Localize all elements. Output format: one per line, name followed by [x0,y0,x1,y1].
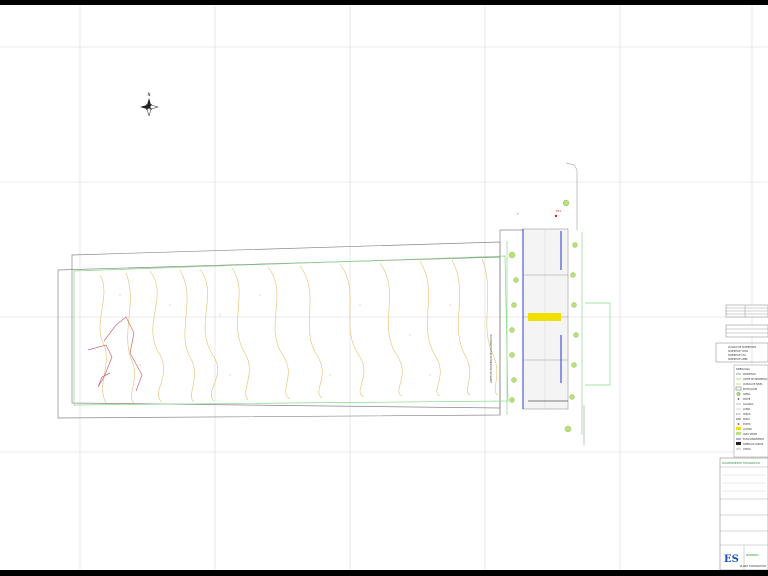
legend-item: ACERA [743,408,751,411]
title-block-header: LEVANTAMIENTO TOPOGRAFICO [722,462,760,465]
title-block: LEVANTAMIENTO TOPOGRAFICO ES INGENIERIA … [719,457,768,570]
north-label: N [148,92,151,97]
legend-item: ESTACIONAMIENTO [743,438,764,441]
surfaces-row-2: SUPERFICIE UTIL [728,354,747,357]
property-limit-annotation: LIMITE DE PROPIEDAD SEGUN MEDICION [490,334,493,383]
survey-point: P3.1 [554,209,562,218]
title-block-footer: PLANO TOPOGRAFICO [740,565,766,568]
company-logo: ES [724,554,739,565]
legend-item: SIMBOLOS VARIOS [743,443,764,446]
building-strip [522,228,569,410]
surfaces-row-3: SUPERFICIE LIBRE [728,358,748,361]
legend-item: CALZADA [743,403,754,406]
legend-item: ARBOL [743,393,751,396]
surfaces-table-title: CUADRO DE SUPERFICIES [728,346,757,349]
legend-item: ACCESO [743,428,752,431]
highlighted-access [528,313,561,321]
survey-point-label: P3.1 [556,209,562,213]
surfaces-row-1: SUPERFICIE TOTAL [728,350,749,353]
north-arrow-icon: N [140,92,159,117]
legend-item: CURVAS DE NIVEL [743,383,763,386]
legend-item: PROPIEDAD [743,373,756,376]
company-logo-sub: INGENIERIA [746,554,759,557]
contour-lines [99,258,499,404]
legend-item: CERCO [743,413,751,416]
legend-item: OTROS [743,448,751,451]
access-label: Y [517,212,519,216]
legend-item: EDIFICACION [743,388,757,391]
drawing-sheet: N P3.1 Y LIMITE DE PROPIEDAD SEGUN MEDIC… [0,5,768,570]
site-plan: N P3.1 Y LIMITE DE PROPIEDAD SEGUN MEDIC… [0,5,768,570]
legend-item: AREA VERDE [743,433,758,436]
legend-item: POSTE [743,398,751,401]
legend-item: MURO [743,418,750,421]
sheet-grid [0,5,768,570]
surfaces-table: CUADRO DE SUPERFICIES SUPERFICIE TOTAL S… [715,304,768,363]
legend-item: PUNTO [743,423,751,426]
legend-header: SIMBOLOGIA [736,368,750,371]
legend-item: LIMITE DE PROPIEDAD [743,378,768,381]
legend: SIMBOLOGIA PROPIEDAD LIMITE DE PROPIEDAD… [733,364,768,458]
